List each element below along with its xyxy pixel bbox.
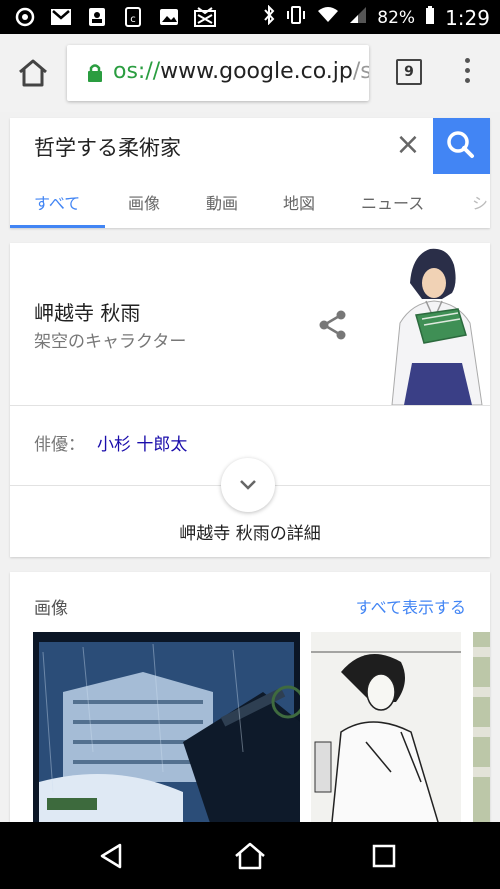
lock-icon xyxy=(87,63,103,87)
expand-button[interactable] xyxy=(221,458,275,512)
address-bar[interactable]: os://www.google.co.jp/se xyxy=(67,45,369,101)
battery-icon xyxy=(425,5,435,30)
divider xyxy=(10,405,490,406)
url-text: os://www.google.co.jp/se xyxy=(113,59,369,84)
back-button[interactable] xyxy=(81,822,141,889)
images-section: 画像 すべて表示する xyxy=(10,572,490,832)
entity-title: 岬越寺 秋雨 xyxy=(34,301,141,325)
image-thumbnail[interactable] xyxy=(33,632,300,832)
home-icon xyxy=(235,842,265,869)
tab-more[interactable]: シ xyxy=(472,190,488,214)
image-thumbnail[interactable] xyxy=(473,632,490,832)
entity-subtitle: 架空のキャラクター xyxy=(34,332,187,352)
tab-images[interactable]: 画像 xyxy=(128,190,160,214)
details-link[interactable]: 岬越寺 秋雨の詳細 xyxy=(10,519,490,544)
vibrate-icon xyxy=(285,5,307,30)
clear-button[interactable]: × xyxy=(394,128,422,162)
sync-icon xyxy=(14,6,36,28)
bluetooth-icon xyxy=(263,4,275,30)
news-icon xyxy=(194,6,216,28)
tab-videos[interactable]: 動画 xyxy=(206,190,238,214)
navigation-bar xyxy=(0,822,500,889)
tab-all[interactable]: すべて xyxy=(34,190,80,214)
battery-level: 82% xyxy=(377,7,416,28)
recents-icon xyxy=(372,844,396,867)
actor-label: 俳優： xyxy=(34,435,85,455)
browser-toolbar: os://www.google.co.jp/se 9 xyxy=(0,34,500,112)
home-button[interactable] xyxy=(16,58,50,88)
character-image[interactable] xyxy=(382,243,490,406)
signal-icon xyxy=(349,6,367,29)
wifi-icon xyxy=(317,6,339,29)
knowledge-panel: 岬越寺 秋雨 架空のキャラクター 俳優： 小杉 十郎太 岬越寺 秋雨の詳細 xyxy=(10,243,490,557)
svg-text:c: c xyxy=(130,14,136,25)
search-box: 哲学する柔術家 × すべて 画像 動画 地図 ニュース シ xyxy=(10,118,490,228)
image-icon xyxy=(158,6,180,28)
images-heading: 画像 xyxy=(34,599,68,619)
search-icon xyxy=(447,131,474,158)
document-icon: c xyxy=(122,6,144,28)
menu-button[interactable] xyxy=(462,58,472,88)
actor-link[interactable]: 小杉 十郎太 xyxy=(97,430,187,455)
chevron-down-icon xyxy=(240,480,256,490)
search-button[interactable] xyxy=(433,118,490,174)
tab-maps[interactable]: 地図 xyxy=(283,190,315,214)
image-thumbnail[interactable] xyxy=(311,632,461,832)
status-bar: c 82% 1:29 xyxy=(0,0,500,34)
share-icon[interactable] xyxy=(318,309,348,345)
tab-switcher-button[interactable]: 9 xyxy=(396,59,422,85)
see-all-link[interactable]: すべて表示する xyxy=(356,594,466,618)
home-icon xyxy=(19,59,47,87)
recents-button[interactable] xyxy=(354,822,414,889)
active-tab-indicator xyxy=(10,225,105,228)
clock: 1:29 xyxy=(445,5,490,30)
contacts-icon xyxy=(86,6,108,28)
tab-news[interactable]: ニュース xyxy=(361,190,424,214)
search-input[interactable]: 哲学する柔術家 xyxy=(34,132,181,162)
home-nav-button[interactable] xyxy=(220,822,280,889)
back-icon xyxy=(100,843,122,868)
gmail-icon xyxy=(50,6,72,28)
